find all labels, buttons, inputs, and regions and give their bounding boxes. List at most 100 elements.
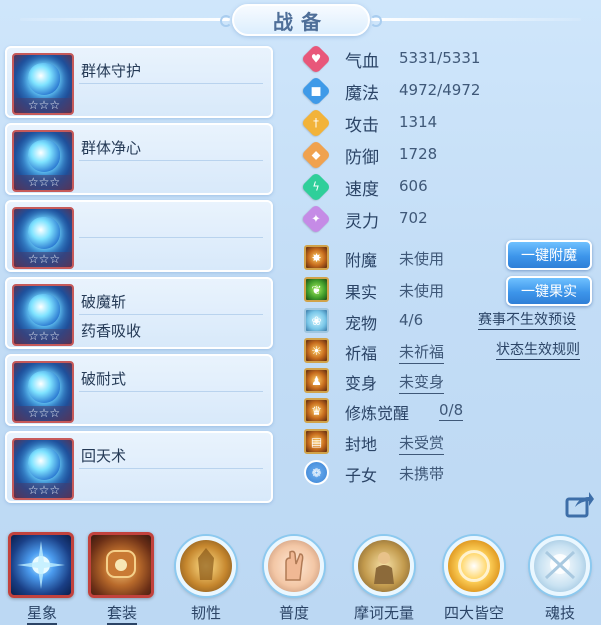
fief-icon: ▤: [304, 429, 329, 454]
star-sign-icon: [8, 532, 74, 598]
stat-label: 灵力: [345, 212, 379, 232]
lightning-icon: ϟ: [300, 171, 332, 203]
tab-mahe[interactable]: 摩诃无量: [348, 530, 420, 625]
star-rating: ☆☆☆: [16, 98, 72, 112]
heart-icon: ♥: [300, 43, 332, 75]
skill-icon: ☆☆☆: [12, 207, 74, 269]
skill-card[interactable]: ☆☆☆ 回天术: [5, 431, 273, 503]
transform-icon: ♟: [304, 368, 329, 393]
divider: [79, 468, 263, 469]
tab-salvation[interactable]: 普度: [258, 530, 330, 625]
tab-suit[interactable]: 套装: [86, 530, 158, 625]
stat-label: 防御: [345, 148, 379, 168]
skill-name: 回天术: [81, 447, 127, 465]
skill-icon: ☆☆☆: [12, 438, 74, 500]
skill-card[interactable]: ☆☆☆ 破魔斩 药香吸收: [5, 277, 273, 349]
suit-icon: [88, 532, 154, 598]
star-rating: ☆☆☆: [16, 175, 72, 189]
tab-star-sign[interactable]: 星象: [6, 530, 78, 625]
transform-value-link[interactable]: 未变身: [399, 371, 445, 394]
tab-tenacity[interactable]: 韧性: [170, 530, 242, 625]
share-icon[interactable]: [565, 490, 595, 518]
stat-label: 魔法: [345, 84, 379, 104]
stat-value: 4972/4972: [399, 81, 481, 99]
swirl-ornament-icon: [220, 15, 232, 27]
tab-label: 魂技: [544, 604, 575, 622]
stat-value: 702: [399, 209, 428, 227]
fief-row: ▤ 封地 未受赏: [303, 429, 598, 455]
skill-icon: ☆☆☆: [12, 361, 74, 423]
fief-value-link[interactable]: 未受赏: [399, 432, 445, 455]
skill-card[interactable]: ☆☆☆ 群体净心: [5, 123, 273, 195]
skill-name: 群体守护: [81, 62, 142, 80]
title-bar: 战备: [0, 0, 601, 40]
pet-icon: ❀: [304, 308, 329, 333]
stat-value: 606: [399, 177, 428, 195]
blessing-icon: ☀: [304, 338, 329, 363]
skill-name: 群体净心: [81, 139, 142, 157]
stat-label: 攻击: [345, 116, 379, 136]
soul-skill-icon: [530, 536, 590, 596]
spirit-icon: ✦: [300, 203, 332, 235]
star-rating: ☆☆☆: [16, 329, 72, 343]
stat-attack: † 攻击 1314: [300, 107, 493, 139]
transform-row: ♟ 变身 未变身: [303, 368, 598, 394]
divider: [79, 314, 263, 315]
star-rating: ☆☆☆: [16, 252, 72, 266]
fruit-value: 未使用: [399, 282, 445, 300]
awaken-value-link[interactable]: 0/8: [439, 401, 464, 421]
title-line-left: [20, 18, 230, 21]
one-key-enchant-button[interactable]: 一键附魔: [506, 240, 592, 270]
skill-card[interactable]: ☆☆☆ 破耐式: [5, 354, 273, 426]
transform-label: 变身: [345, 374, 378, 393]
stat-spirit: ✦ 灵力 702: [300, 203, 493, 235]
tenacity-icon: [176, 536, 236, 596]
skill-card[interactable]: ☆☆☆ 群体守护: [5, 46, 273, 118]
tab-label: 套装: [86, 602, 158, 625]
star-rating: ☆☆☆: [16, 406, 72, 420]
mahe-icon: [354, 536, 414, 596]
tab-emptiness[interactable]: 四大皆空: [438, 530, 510, 625]
stat-label: 气血: [345, 52, 379, 72]
tab-label: 摩诃无量: [353, 604, 414, 622]
paw-icon: ❁: [304, 460, 329, 485]
awaken-row: ♛ 修炼觉醒 0/8: [303, 398, 598, 424]
pet-value: 4/6: [399, 311, 424, 329]
tab-label: 韧性: [190, 604, 221, 622]
star-rating: ☆☆☆: [16, 483, 72, 497]
one-key-fruit-button[interactable]: 一键果实: [506, 276, 592, 306]
tab-label: 星象: [6, 602, 78, 625]
fruit-icon: ❦: [304, 277, 329, 302]
children-row: ❁ 子女 未携带: [303, 460, 598, 486]
skill-icon: ☆☆☆: [12, 53, 74, 115]
divider: [79, 237, 263, 238]
tab-soul-skill[interactable]: 魂技: [524, 530, 596, 625]
event-preset-link[interactable]: 赛事不生效预设: [478, 311, 576, 330]
tab-label: 普度: [278, 604, 309, 622]
title-plate: 战备: [220, 4, 382, 36]
stat-value: 5331/5331: [399, 49, 481, 67]
title-line-right: [371, 18, 581, 21]
stat-value: 1728: [399, 145, 438, 163]
swirl-ornament-icon: [370, 15, 382, 27]
children-value: 未携带: [399, 465, 445, 483]
status-rules-link[interactable]: 状态生效规则: [496, 341, 580, 360]
stat-speed: ϟ 速度 606: [300, 171, 493, 203]
enchant-icon: ✸: [304, 245, 329, 270]
divider: [79, 160, 263, 161]
shield-icon: ◆: [300, 139, 332, 171]
pet-label: 宠物: [345, 314, 378, 333]
stat-hp: ♥ 气血 5331/5331: [300, 43, 493, 75]
skill-icon: ☆☆☆: [12, 284, 74, 346]
sword-icon: †: [300, 107, 332, 139]
stat-value: 1314: [399, 113, 438, 131]
awaken-label: 修炼觉醒: [345, 404, 410, 423]
skill-name: 破魔斩: [81, 293, 127, 311]
stat-mp: ■ 魔法 4972/4972: [300, 75, 493, 107]
skill-card[interactable]: ☆☆☆: [5, 200, 273, 272]
enchant-label: 附魔: [345, 251, 378, 270]
fruit-label: 果实: [345, 283, 378, 302]
blessing-value-link[interactable]: 未祈福: [399, 341, 445, 364]
tab-label: 四大皆空: [443, 604, 504, 622]
children-label: 子女: [345, 466, 378, 485]
